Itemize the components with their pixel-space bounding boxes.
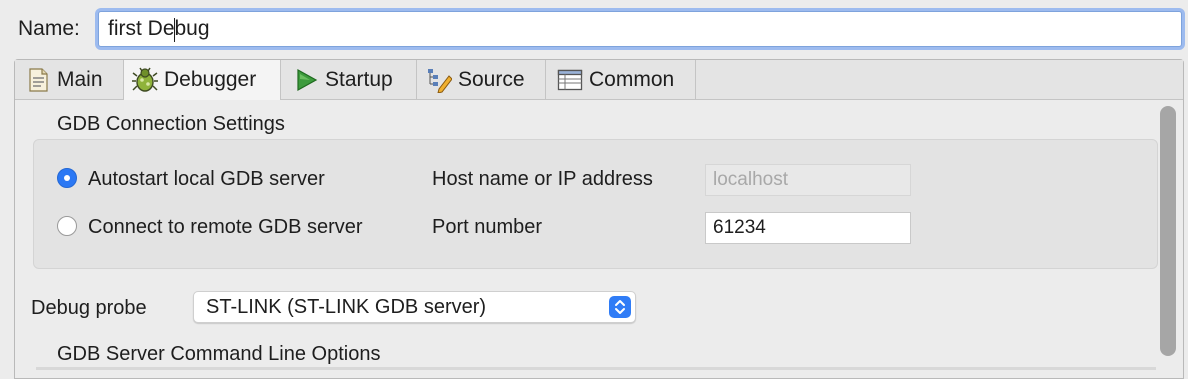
- launch-config-name-input[interactable]: first Debug: [98, 11, 1182, 47]
- gdb-server-options-title: GDB Server Command Line Options: [57, 343, 381, 365]
- tab-debugger[interactable]: Debugger: [123, 60, 281, 100]
- tab-startup-label: Startup: [325, 67, 393, 91]
- tab-common[interactable]: Common: [546, 60, 696, 99]
- tab-main-label: Main: [57, 67, 103, 91]
- debug-probe-selected-value: ST-LINK (ST-LINK GDB server): [206, 296, 487, 318]
- debug-probe-select[interactable]: ST-LINK (ST-LINK GDB server): [193, 291, 636, 323]
- tab-source[interactable]: Source: [417, 60, 546, 99]
- tab-main[interactable]: Main: [15, 60, 124, 99]
- debugger-bug-icon: [132, 67, 158, 93]
- gdb-connection-group: [33, 139, 1158, 269]
- tab-bar: Main Debugger Startup Source Common: [15, 60, 1183, 100]
- host-name-label: Host name or IP address: [432, 168, 653, 190]
- select-chevrons-icon: [609, 296, 631, 318]
- source-lookup-icon: [426, 67, 452, 93]
- connect-remote-gdb-label: Connect to remote GDB server: [88, 216, 363, 238]
- port-number-label: Port number: [432, 216, 543, 238]
- name-row: Name: first Debug: [0, 0, 1188, 58]
- startup-play-icon: [293, 67, 319, 93]
- tab-source-label: Source: [458, 67, 525, 91]
- tab-startup[interactable]: Startup: [281, 60, 417, 99]
- debug-probe-label: Debug probe: [31, 297, 147, 319]
- gdb-connection-settings-title: GDB Connection Settings: [57, 113, 285, 135]
- connect-remote-gdb-radio[interactable]: [57, 216, 77, 236]
- tab-debugger-label: Debugger: [164, 68, 257, 91]
- name-label: Name:: [18, 17, 80, 40]
- host-name-input[interactable]: localhost: [705, 164, 911, 196]
- text-caret: [174, 18, 175, 42]
- autostart-local-gdb-radio[interactable]: [57, 168, 77, 188]
- port-number-input[interactable]: 61234: [705, 212, 911, 244]
- autostart-local-gdb-label: Autostart local GDB server: [88, 168, 325, 190]
- tab-common-label: Common: [589, 67, 675, 91]
- common-table-icon: [557, 67, 583, 93]
- main-tab-icon: [25, 67, 51, 93]
- vertical-scrollbar-thumb[interactable]: [1160, 106, 1176, 356]
